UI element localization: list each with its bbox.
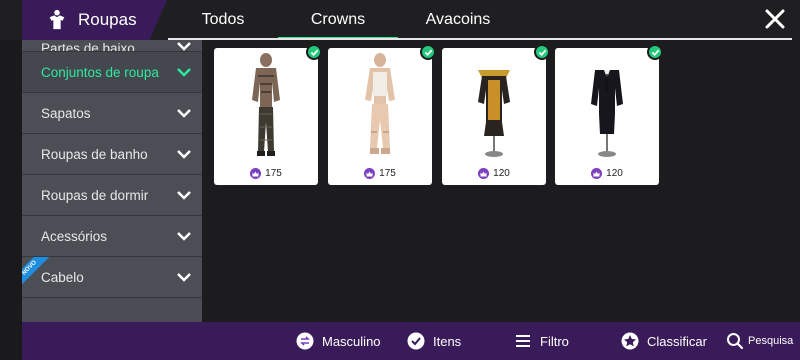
chevron-down-icon xyxy=(177,232,191,241)
item-grid: 175 175 120 120 xyxy=(203,40,800,322)
item-card[interactable]: 120 xyxy=(555,44,663,185)
chevron-down-icon xyxy=(177,273,191,282)
beige-outfit-figure-icon xyxy=(365,53,395,154)
chevron-down-icon xyxy=(177,42,191,51)
crown-currency-icon xyxy=(364,168,376,179)
owned-check-icon xyxy=(647,44,663,60)
search-label: Pesquisa xyxy=(748,335,794,347)
sidebar-item-label: Conjuntos de roupa xyxy=(41,64,159,80)
item-card[interactable]: 175 xyxy=(328,44,436,185)
sidebar-item-label: Cabelo xyxy=(41,269,84,285)
tab-avacoins[interactable]: Avacoins xyxy=(398,0,518,40)
check-circle-icon xyxy=(407,332,425,350)
filter-button[interactable]: Filtro xyxy=(514,322,569,360)
page-title: Roupas xyxy=(78,10,137,29)
item-price: 120 xyxy=(555,168,659,179)
owned-check-icon xyxy=(420,44,436,60)
sidebar-item-bottoms[interactable]: Partes de baixo xyxy=(22,40,202,52)
filter-label: Filtro xyxy=(540,333,569,349)
shirt-icon xyxy=(49,9,65,30)
tab-bar: Todos Crowns Avacoins xyxy=(168,0,518,40)
item-price: 175 xyxy=(328,168,432,179)
sidebar-item-label: Sapatos xyxy=(41,105,91,121)
gender-toggle-button[interactable]: Masculino xyxy=(296,322,381,360)
sidebar-item-shoes[interactable]: Sapatos xyxy=(22,93,202,134)
sidebar-item-label: Roupas de banho xyxy=(41,146,148,162)
sidebar-item-label: Partes de baixo xyxy=(41,41,135,52)
price-value: 175 xyxy=(265,168,282,179)
sidebar-item-label: Roupas de dormir xyxy=(41,187,149,203)
crown-currency-icon xyxy=(250,168,262,179)
crown-currency-icon xyxy=(591,168,603,179)
item-price: 175 xyxy=(214,168,318,179)
swap-icon xyxy=(296,332,314,350)
sidebar-item-outfits[interactable]: Conjuntos de roupa xyxy=(22,52,202,93)
sort-badge-icon xyxy=(621,332,639,350)
items-button[interactable]: Itens xyxy=(407,322,461,360)
tab-todos[interactable]: Todos xyxy=(168,0,278,40)
top-bar: Roupas Todos Crowns Avacoins xyxy=(0,0,800,40)
chevron-down-icon xyxy=(177,109,191,118)
crown-currency-icon xyxy=(478,168,490,179)
sidebar-item-hair[interactable]: NOVO Cabelo xyxy=(22,257,202,298)
sidebar-item-label: Acessórios xyxy=(41,228,108,244)
sidebar-item-swimwear[interactable]: Roupas de banho xyxy=(22,134,202,175)
gold-robe-figure-icon xyxy=(478,70,510,157)
sort-label: Classificar xyxy=(647,333,707,349)
search-icon xyxy=(727,333,744,350)
left-gutter xyxy=(0,0,22,360)
item-card[interactable]: 175 xyxy=(214,44,322,185)
sidebar-item-accessories[interactable]: Acessórios xyxy=(22,216,202,257)
gender-label: Masculino xyxy=(322,333,381,349)
search-button[interactable]: Pesquisa xyxy=(726,322,793,360)
tab-crowns[interactable]: Crowns xyxy=(278,0,398,40)
chevron-down-icon xyxy=(177,68,191,77)
close-icon[interactable] xyxy=(764,8,786,30)
owned-check-icon xyxy=(534,44,550,60)
price-value: 120 xyxy=(493,168,510,179)
sort-button[interactable]: Classificar xyxy=(621,322,707,360)
item-price: 120 xyxy=(442,168,546,179)
sidebar-item-sleepwear[interactable]: Roupas de dormir xyxy=(22,175,202,216)
item-card[interactable]: 120 xyxy=(442,44,550,185)
black-suit-figure-icon xyxy=(591,70,623,157)
chevron-down-icon xyxy=(177,150,191,159)
section-header: Roupas xyxy=(22,0,167,40)
category-sidebar: Partes de baixo Conjuntos de roupa Sapat… xyxy=(22,40,202,322)
tattooed-outfit-figure-icon xyxy=(252,53,280,156)
owned-check-icon xyxy=(306,44,322,60)
bottom-toolbar: Masculino Itens Filtro Classificar Pesqu… xyxy=(22,322,800,360)
shop-screen: Roupas Todos Crowns Avacoins Partes de b… xyxy=(0,0,800,360)
price-value: 120 xyxy=(606,168,623,179)
items-label: Itens xyxy=(433,333,462,349)
filter-icon xyxy=(516,335,530,347)
chevron-down-icon xyxy=(177,191,191,200)
price-value: 175 xyxy=(379,168,396,179)
